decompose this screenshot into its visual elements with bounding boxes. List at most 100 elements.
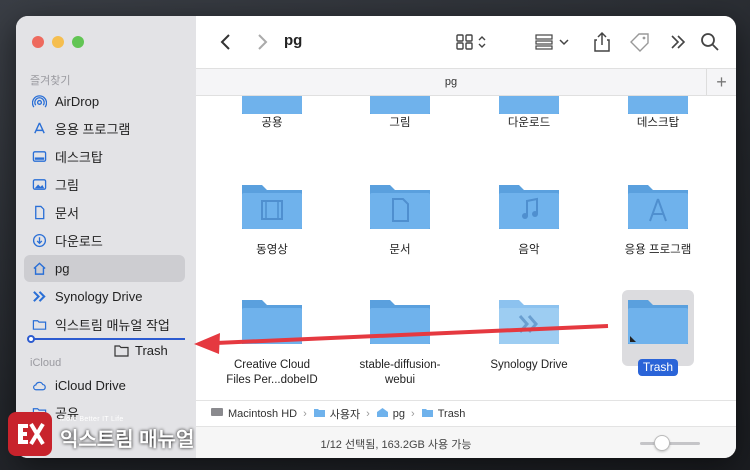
folder-icon [313,407,326,421]
favorites-header: 즐겨찾기 [30,75,71,87]
share-button[interactable] [590,30,614,54]
icon-size-slider[interactable] [640,442,700,445]
pictures-icon [32,177,47,192]
desktop-icon [32,149,47,164]
search-icon [701,33,719,51]
folder-label-line2: Files Per...dobeID [226,374,318,386]
path-separator: › [303,407,307,420]
sidebar-item-label: 그림 [55,178,79,193]
folder-icon [114,345,129,357]
icon-grid-view-icon [456,34,486,50]
sidebar-item-documents[interactable]: 문서 [24,199,185,226]
chevron-left-icon [220,34,230,50]
folder-item[interactable]: 문서 [345,181,455,276]
tag-icon [630,33,649,52]
window-controls [32,36,84,48]
folder-icon [628,300,688,344]
status-text: 1/12 선택됨, 163.2GB 사용 가능 [320,439,472,451]
sidebar-item-label: 익스트림 매뉴얼 작업 [55,318,170,333]
group-button[interactable] [534,30,574,54]
sidebar: 즐겨찾기 AirDrop 응용 프로그램 데스크탑 그림 문서 다운로드 pg … [16,16,196,458]
folder-label: 공용 [261,117,283,129]
more-button[interactable] [668,30,688,54]
search-button[interactable] [698,30,722,54]
path-separator: › [366,407,370,420]
sidebar-item-icloud-drive[interactable]: iCloud Drive [24,372,185,399]
watermark-text: More Better IT Life 익스트림 매뉴얼 [60,416,194,452]
path-segment[interactable]: 사용자 [330,406,360,422]
toolbar: pg [196,16,736,68]
dragged-item-label: Trash [135,343,168,358]
sidebar-item-label: pg [55,261,70,276]
folder-label-line2: webui [384,374,416,386]
share-icon [594,31,610,52]
folder-item[interactable]: 동영상 [217,181,327,276]
forward-button[interactable] [252,30,272,54]
sidebar-item-desktop[interactable]: 데스크탑 [24,143,185,170]
airdrop-icon [32,94,47,109]
sidebar-item-label: AirDrop [55,94,100,109]
synology-icon [32,289,47,304]
group-icon [535,34,569,50]
sidebar-item-pictures[interactable]: 그림 [24,171,185,198]
window-title: pg [284,32,303,49]
sidebar-item-airdrop[interactable]: AirDrop [24,88,185,115]
close-button[interactable] [32,36,44,48]
folder-item[interactable]: 음악 [474,181,584,276]
zoom-button[interactable] [72,36,84,48]
drop-indicator-dot [27,335,35,343]
folder-label: 그림 [389,117,411,129]
watermark-brand: 익스트림 매뉴얼 [60,429,195,451]
sidebar-item-applications[interactable]: 응용 프로그램 [24,115,185,142]
sidebar-item-label: iCloud Drive [55,378,126,393]
sidebar-item-downloads[interactable]: 다운로드 [24,227,185,254]
annotation-arrow [194,324,609,354]
path-bar: Macintosh HD › 사용자 › pg › Trash [196,400,736,426]
trash-folder-item[interactable]: Trash [603,290,713,396]
chevron-right-icon [258,34,268,50]
home-icon [376,407,389,421]
selected-label: Trash [637,359,679,376]
folder-icon [421,407,434,421]
applications-folder-icon [628,185,688,229]
folder-label: 데스크탑 [636,117,680,129]
icloud-header: iCloud [30,357,62,369]
sidebar-item-synology[interactable]: Synology Drive [24,283,185,310]
finder-window: 즐겨찾기 AirDrop 응용 프로그램 데스크탑 그림 문서 다운로드 pg … [16,16,736,458]
sidebar-item-home[interactable]: pg [24,255,185,282]
folder-icon [370,96,430,114]
back-button[interactable] [216,30,236,54]
sidebar-item-label: 응용 프로그램 [55,122,131,137]
folder-item[interactable]: 공용 [217,96,327,136]
sidebar-item-label: 데스크탑 [55,150,103,165]
path-segment[interactable]: pg [393,408,405,420]
music-folder-icon [499,185,559,229]
home-icon [32,261,47,276]
folder-icon [32,317,47,332]
watermark-tagline: More Better IT Life [60,416,124,423]
folder-item[interactable]: 응용 프로그램 [603,181,713,276]
folder-item[interactable]: 데스크탑 [603,96,713,136]
downloads-icon [32,233,47,248]
icon-size-slider-thumb[interactable] [654,435,670,451]
status-bar: 1/12 선택됨, 163.2GB 사용 가능 [196,426,736,458]
view-mode-button[interactable] [454,30,492,54]
tag-button[interactable] [628,30,652,54]
minimize-button[interactable] [52,36,64,48]
path-segment[interactable]: Macintosh HD [228,408,297,420]
folder-item[interactable]: 그림 [345,96,455,136]
movies-folder-icon [242,185,302,229]
folder-icon [242,96,302,114]
new-tab-button[interactable]: + [706,69,736,95]
sidebar-item-manual-folder[interactable]: 익스트림 매뉴얼 작업 [24,311,185,338]
folder-label: 응용 프로그램 [624,244,692,256]
folder-item[interactable]: 다운로드 [474,96,584,136]
tab-pg[interactable]: pg [196,76,706,88]
folder-label: 동영상 [256,244,288,256]
folder-label: 다운로드 [507,117,551,129]
path-segment[interactable]: Trash [438,408,466,420]
documents-folder-icon [370,185,430,229]
folder-label: 문서 [389,244,411,256]
logo-icon [8,412,52,456]
tab-bar: pg + [196,68,736,96]
